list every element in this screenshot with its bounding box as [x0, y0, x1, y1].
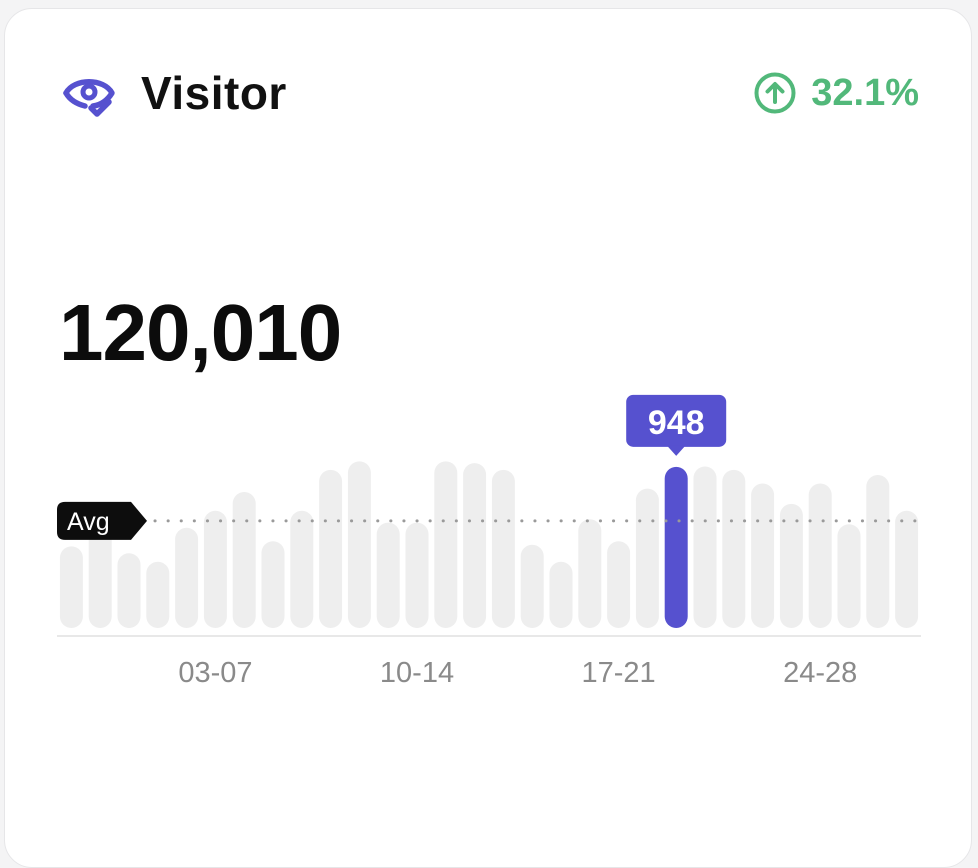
bar [146, 561, 170, 628]
bar [175, 527, 199, 628]
bar [520, 544, 544, 628]
bar [491, 469, 515, 628]
bar [693, 466, 717, 628]
bar [837, 524, 861, 628]
bar [578, 519, 602, 628]
bar [347, 461, 371, 628]
bar [607, 541, 631, 628]
bar [751, 483, 775, 628]
bar [635, 488, 659, 628]
bar [549, 561, 573, 628]
average-label: Avg [67, 508, 110, 536]
bar [319, 469, 343, 628]
x-tick-label: 10-14 [380, 657, 454, 689]
visitor-bar-chart: Avg 948 03-07 10-14 17-21 24-28 [57, 394, 923, 689]
bar [405, 522, 429, 628]
bar [376, 522, 400, 628]
bar [722, 469, 746, 628]
bar-highlight [664, 466, 688, 628]
bar [203, 510, 227, 628]
x-tick-label: 24-28 [783, 657, 857, 689]
bar [232, 492, 256, 628]
bar [59, 546, 83, 628]
bar [434, 461, 458, 628]
x-tick-label: 17-21 [582, 657, 656, 689]
x-tick-label: 03-07 [178, 657, 252, 689]
tooltip-value: 948 [648, 404, 705, 442]
visitor-card: Visitor 32.1% 120,010 Avg 948 03-07 10-14 17… [4, 8, 972, 868]
bar [895, 510, 919, 628]
bar [290, 510, 314, 628]
bar [808, 483, 832, 628]
bar [117, 553, 141, 628]
tooltip-pointer [667, 445, 686, 456]
bar [463, 463, 487, 628]
bar [261, 541, 285, 628]
bar [779, 503, 803, 628]
bar [866, 475, 890, 628]
